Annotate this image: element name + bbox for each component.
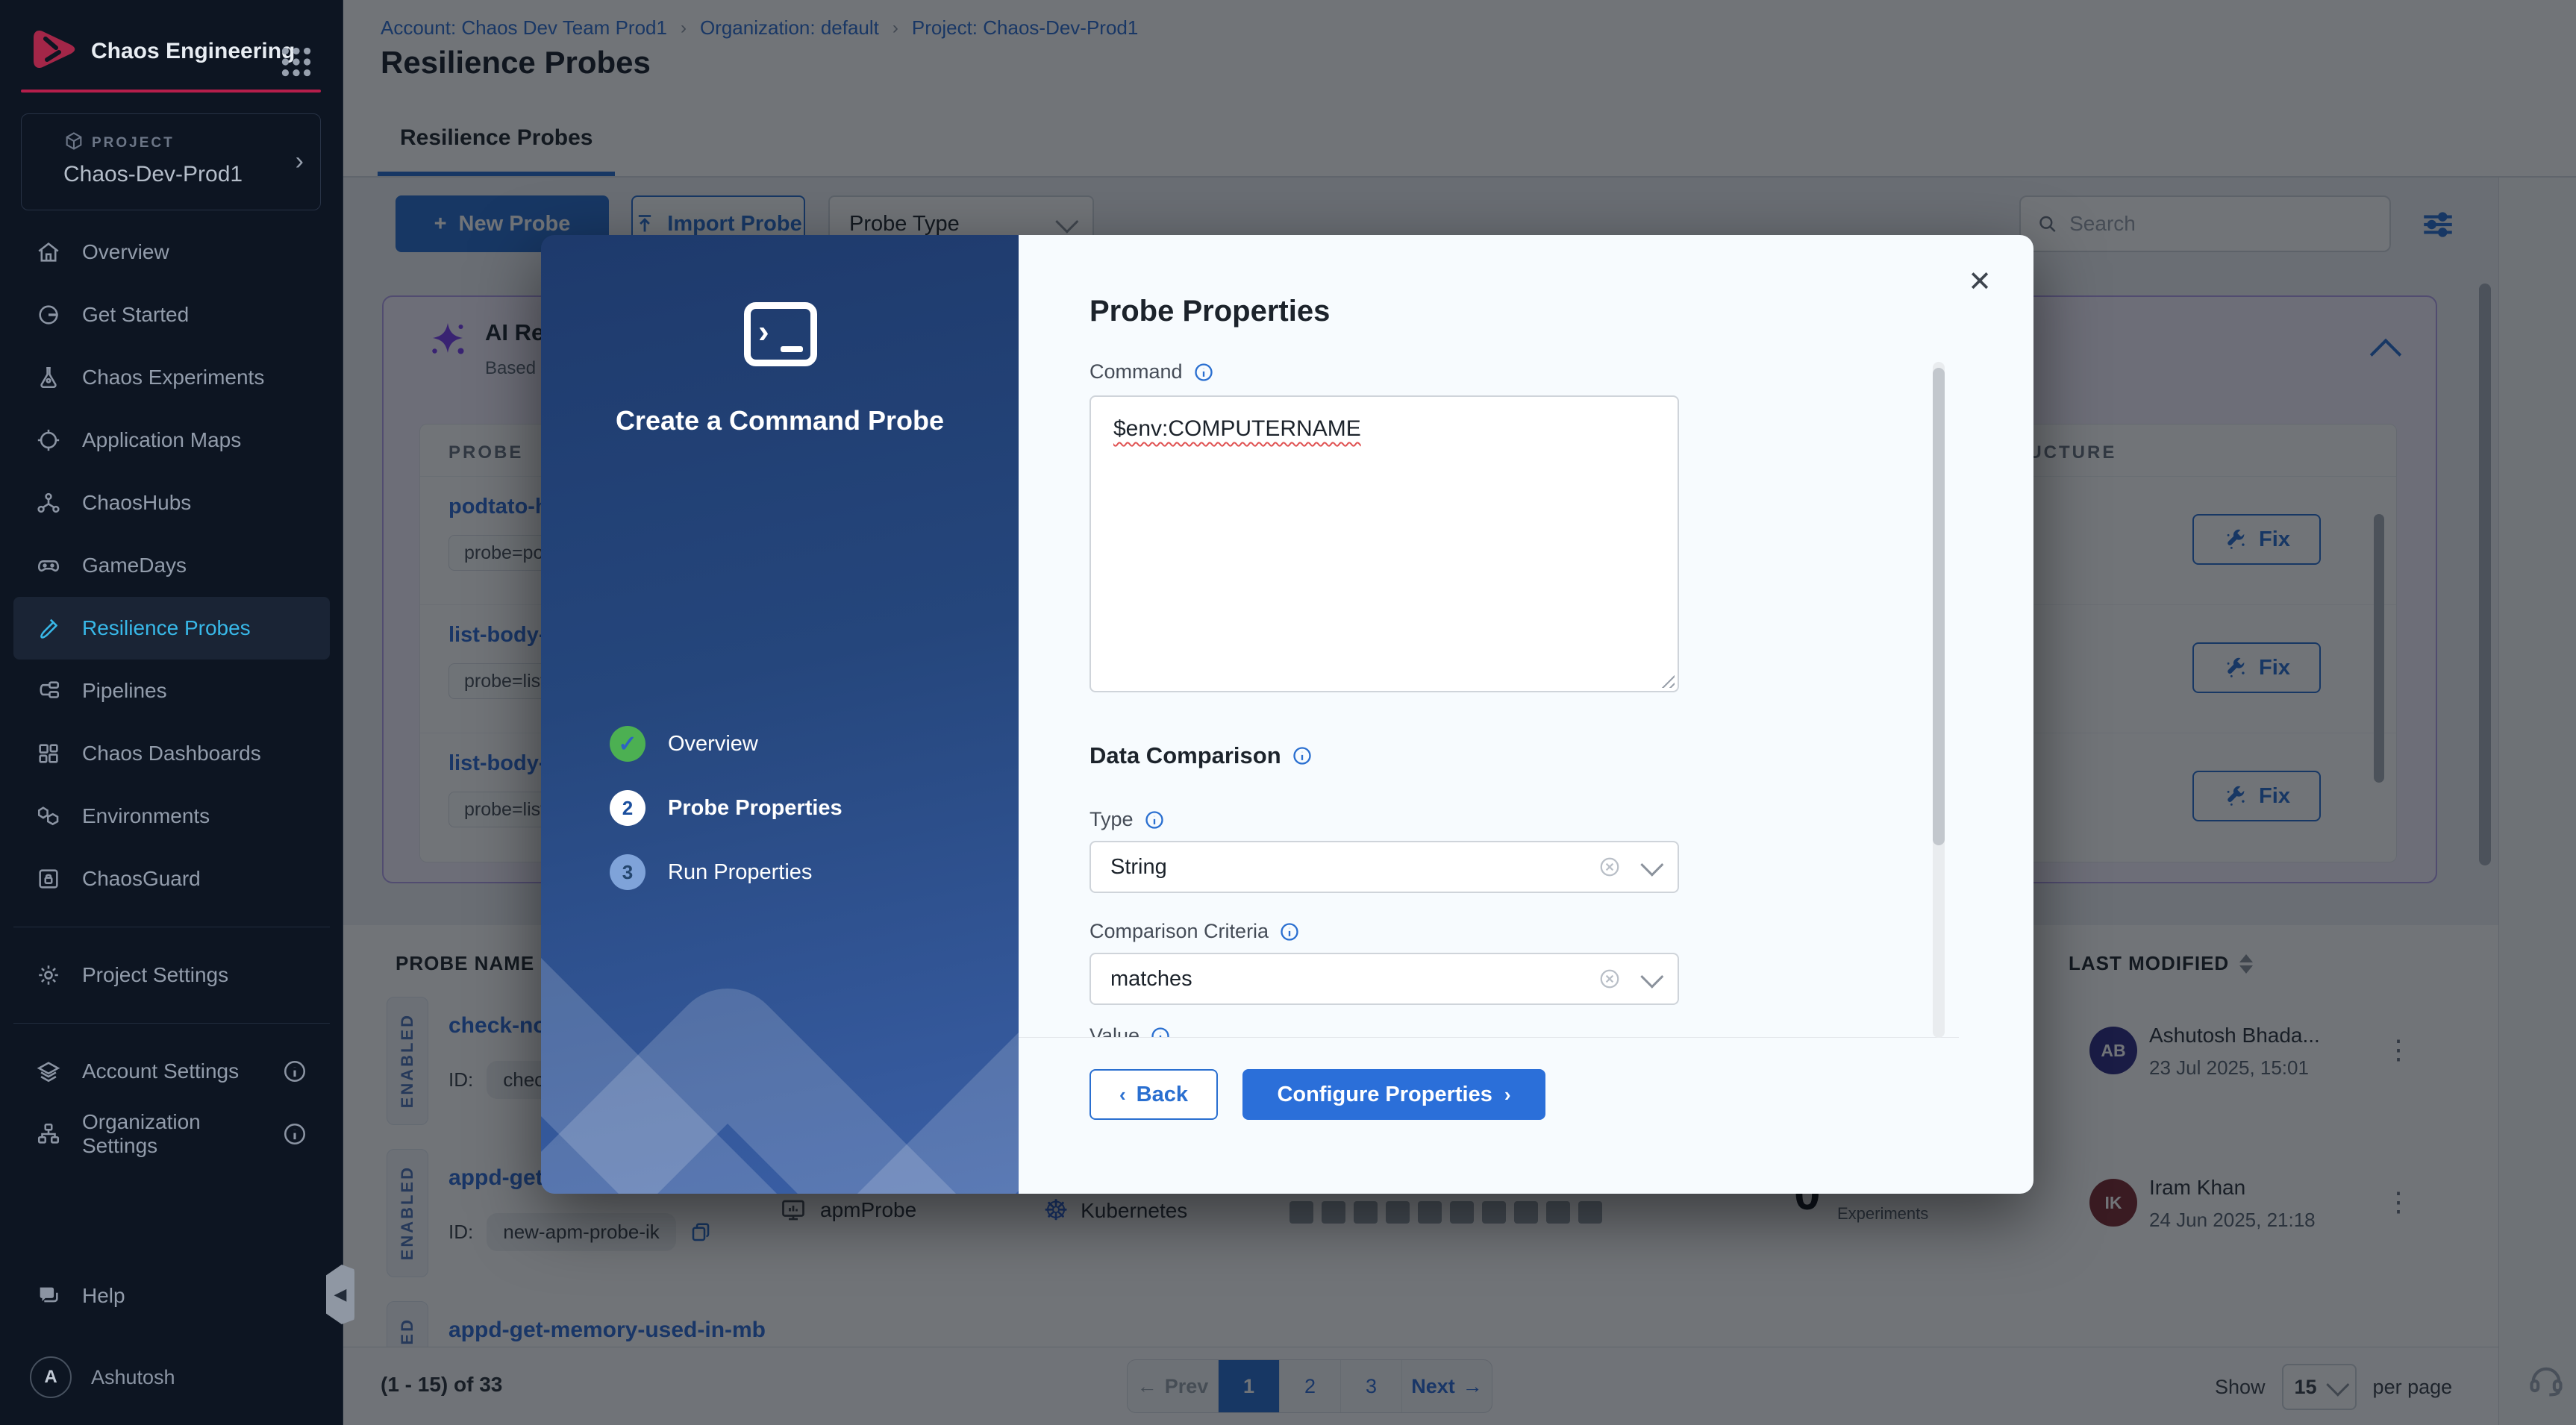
sidebar-item-label: GameDays bbox=[82, 554, 187, 577]
create-probe-modal: › Create a Command Probe ✓ Overview 2 Pr… bbox=[541, 235, 2033, 1194]
user-name: Ashutosh bbox=[91, 1366, 175, 1389]
avatar: A bbox=[30, 1356, 72, 1398]
sidebar-item-label: Application Maps bbox=[82, 428, 241, 452]
sidebar-item-label: Help bbox=[82, 1284, 125, 1308]
wizard-step-probe-properties[interactable]: 2 Probe Properties bbox=[610, 790, 842, 826]
user-menu[interactable]: A Ashutosh bbox=[30, 1356, 175, 1398]
sidebar-item-get-started[interactable]: Get Started bbox=[13, 284, 330, 346]
chevron-down-icon bbox=[1640, 965, 1663, 989]
chevron-right-icon: › bbox=[1504, 1083, 1511, 1106]
harness-logo-icon bbox=[30, 25, 79, 73]
command-textarea[interactable]: $env:COMPUTERNAME bbox=[1090, 395, 1679, 692]
app-title: Chaos Engineering bbox=[91, 39, 295, 64]
modal-body: ✕ Probe Properties Command $env:COMPUTER… bbox=[1019, 235, 2033, 1194]
step-label: Run Properties bbox=[668, 860, 812, 885]
type-label: Type bbox=[1090, 808, 1165, 831]
sidebar-item-gamedays[interactable]: GameDays bbox=[13, 534, 330, 597]
sidebar-item-label: Project Settings bbox=[82, 963, 228, 987]
clear-icon[interactable] bbox=[1598, 856, 1621, 878]
comparison-criteria-label: Comparison Criteria bbox=[1090, 920, 1300, 943]
value-label: Value bbox=[1090, 1024, 1171, 1038]
sidebar-item-label: Pipelines bbox=[82, 679, 167, 703]
info-icon bbox=[282, 1059, 307, 1084]
sidebar-item-project-settings[interactable]: Project Settings bbox=[13, 944, 330, 1006]
close-icon[interactable]: ✕ bbox=[1968, 265, 1992, 298]
divider bbox=[13, 1023, 330, 1024]
app-grid-icon[interactable] bbox=[278, 43, 315, 81]
brand-accent-bar bbox=[21, 90, 321, 93]
comparison-criteria-select[interactable]: matches bbox=[1090, 953, 1679, 1005]
sidebar-item-resilience-probes[interactable]: Resilience Probes bbox=[13, 597, 330, 660]
sidebar-collapse-handle[interactable]: ◀ bbox=[326, 1265, 354, 1324]
modal-scroll-area: Command $env:COMPUTERNAME Data Compariso… bbox=[1019, 354, 1959, 1038]
sidebar-item-overview[interactable]: Overview bbox=[13, 221, 330, 284]
command-label: Command bbox=[1090, 360, 1214, 383]
configure-properties-button[interactable]: Configure Properties › bbox=[1242, 1069, 1545, 1120]
sidebar-item-label: Overview bbox=[82, 240, 169, 264]
wizard-step-overview[interactable]: ✓ Overview bbox=[610, 726, 758, 762]
chevron-down-icon bbox=[1640, 854, 1663, 877]
command-value: $env:COMPUTERNAME bbox=[1113, 416, 1361, 441]
info-icon[interactable] bbox=[1279, 921, 1300, 942]
sidebar: Chaos Engineering PROJECT Chaos-Dev-Prod… bbox=[0, 0, 343, 1425]
clear-icon[interactable] bbox=[1598, 968, 1621, 990]
sidebar-item-label: ChaosHubs bbox=[82, 491, 191, 515]
back-button[interactable]: ‹ Back bbox=[1090, 1069, 1218, 1120]
comparison-criteria-value: matches bbox=[1110, 967, 1192, 992]
project-label: PROJECT bbox=[92, 135, 175, 151]
sidebar-item-organization-settings[interactable]: Organization Settings bbox=[13, 1103, 330, 1165]
step-label: Overview bbox=[668, 732, 758, 757]
type-select[interactable]: String bbox=[1090, 841, 1679, 893]
chevron-right-icon: › bbox=[296, 147, 304, 176]
info-icon[interactable] bbox=[1193, 362, 1214, 383]
scrollbar-thumb[interactable] bbox=[2479, 284, 2491, 865]
info-icon[interactable] bbox=[1144, 809, 1165, 830]
sidebar-item-chaos-experiments[interactable]: Chaos Experiments bbox=[13, 346, 330, 409]
info-icon[interactable] bbox=[1150, 1026, 1171, 1039]
back-label: Back bbox=[1137, 1083, 1188, 1107]
info-icon[interactable] bbox=[1292, 745, 1313, 766]
sidebar-item-account-settings[interactable]: Account Settings bbox=[13, 1040, 330, 1103]
support-headset-icon[interactable] bbox=[2527, 1361, 2566, 1400]
step-label: Probe Properties bbox=[668, 796, 842, 821]
project-selector[interactable]: PROJECT Chaos-Dev-Prod1 › bbox=[21, 113, 321, 210]
type-select-value: String bbox=[1110, 855, 1167, 880]
wizard-title: Create a Command Probe bbox=[541, 405, 1019, 436]
configure-properties-label: Configure Properties bbox=[1277, 1083, 1492, 1107]
sidebar-item-application-maps[interactable]: Application Maps bbox=[13, 409, 330, 472]
step-number: 3 bbox=[610, 854, 645, 890]
project-cube-icon bbox=[63, 131, 84, 151]
sidebar-item-label: Account Settings bbox=[82, 1059, 239, 1083]
wizard-sidebar: › Create a Command Probe ✓ Overview 2 Pr… bbox=[541, 235, 1019, 1194]
sidebar-item-label: Chaos Dashboards bbox=[82, 742, 261, 765]
sidebar-item-chaoshubs[interactable]: ChaosHubs bbox=[13, 472, 330, 534]
scrollbar-track[interactable] bbox=[1933, 362, 1945, 1038]
command-probe-icon: › bbox=[744, 302, 817, 366]
sidebar-item-label: Environments bbox=[82, 804, 210, 828]
step-done-check-icon: ✓ bbox=[610, 726, 645, 762]
sidebar-item-label: Chaos Experiments bbox=[82, 366, 264, 389]
sidebar-item-chaos-dashboards[interactable]: Chaos Dashboards bbox=[13, 722, 330, 785]
chevron-left-icon: ‹ bbox=[1119, 1083, 1126, 1106]
info-icon bbox=[282, 1121, 307, 1147]
sidebar-menu: Overview Get Started Chaos Experiments A… bbox=[0, 221, 343, 1165]
scrollbar-thumb[interactable] bbox=[1933, 368, 1945, 845]
sidebar-item-label: ChaosGuard bbox=[82, 867, 201, 891]
sidebar-item-label: Get Started bbox=[82, 303, 189, 327]
wizard-step-run-properties[interactable]: 3 Run Properties bbox=[610, 854, 812, 890]
project-name: Chaos-Dev-Prod1 bbox=[63, 162, 243, 187]
sidebar-item-label: Resilience Probes bbox=[82, 616, 251, 640]
step-number: 2 bbox=[610, 790, 645, 826]
modal-title: Probe Properties bbox=[1090, 295, 1330, 328]
sidebar-item-pipelines[interactable]: Pipelines bbox=[13, 660, 330, 722]
sidebar-item-chaosguard[interactable]: ChaosGuard bbox=[13, 848, 330, 910]
sidebar-item-environments[interactable]: Environments bbox=[13, 785, 330, 848]
harness-watermark-icon bbox=[541, 791, 1019, 1194]
sidebar-item-help[interactable]: Help bbox=[13, 1265, 330, 1327]
sidebar-item-label: Organization Settings bbox=[82, 1110, 261, 1158]
data-comparison-section-title: Data Comparison bbox=[1090, 742, 1313, 769]
